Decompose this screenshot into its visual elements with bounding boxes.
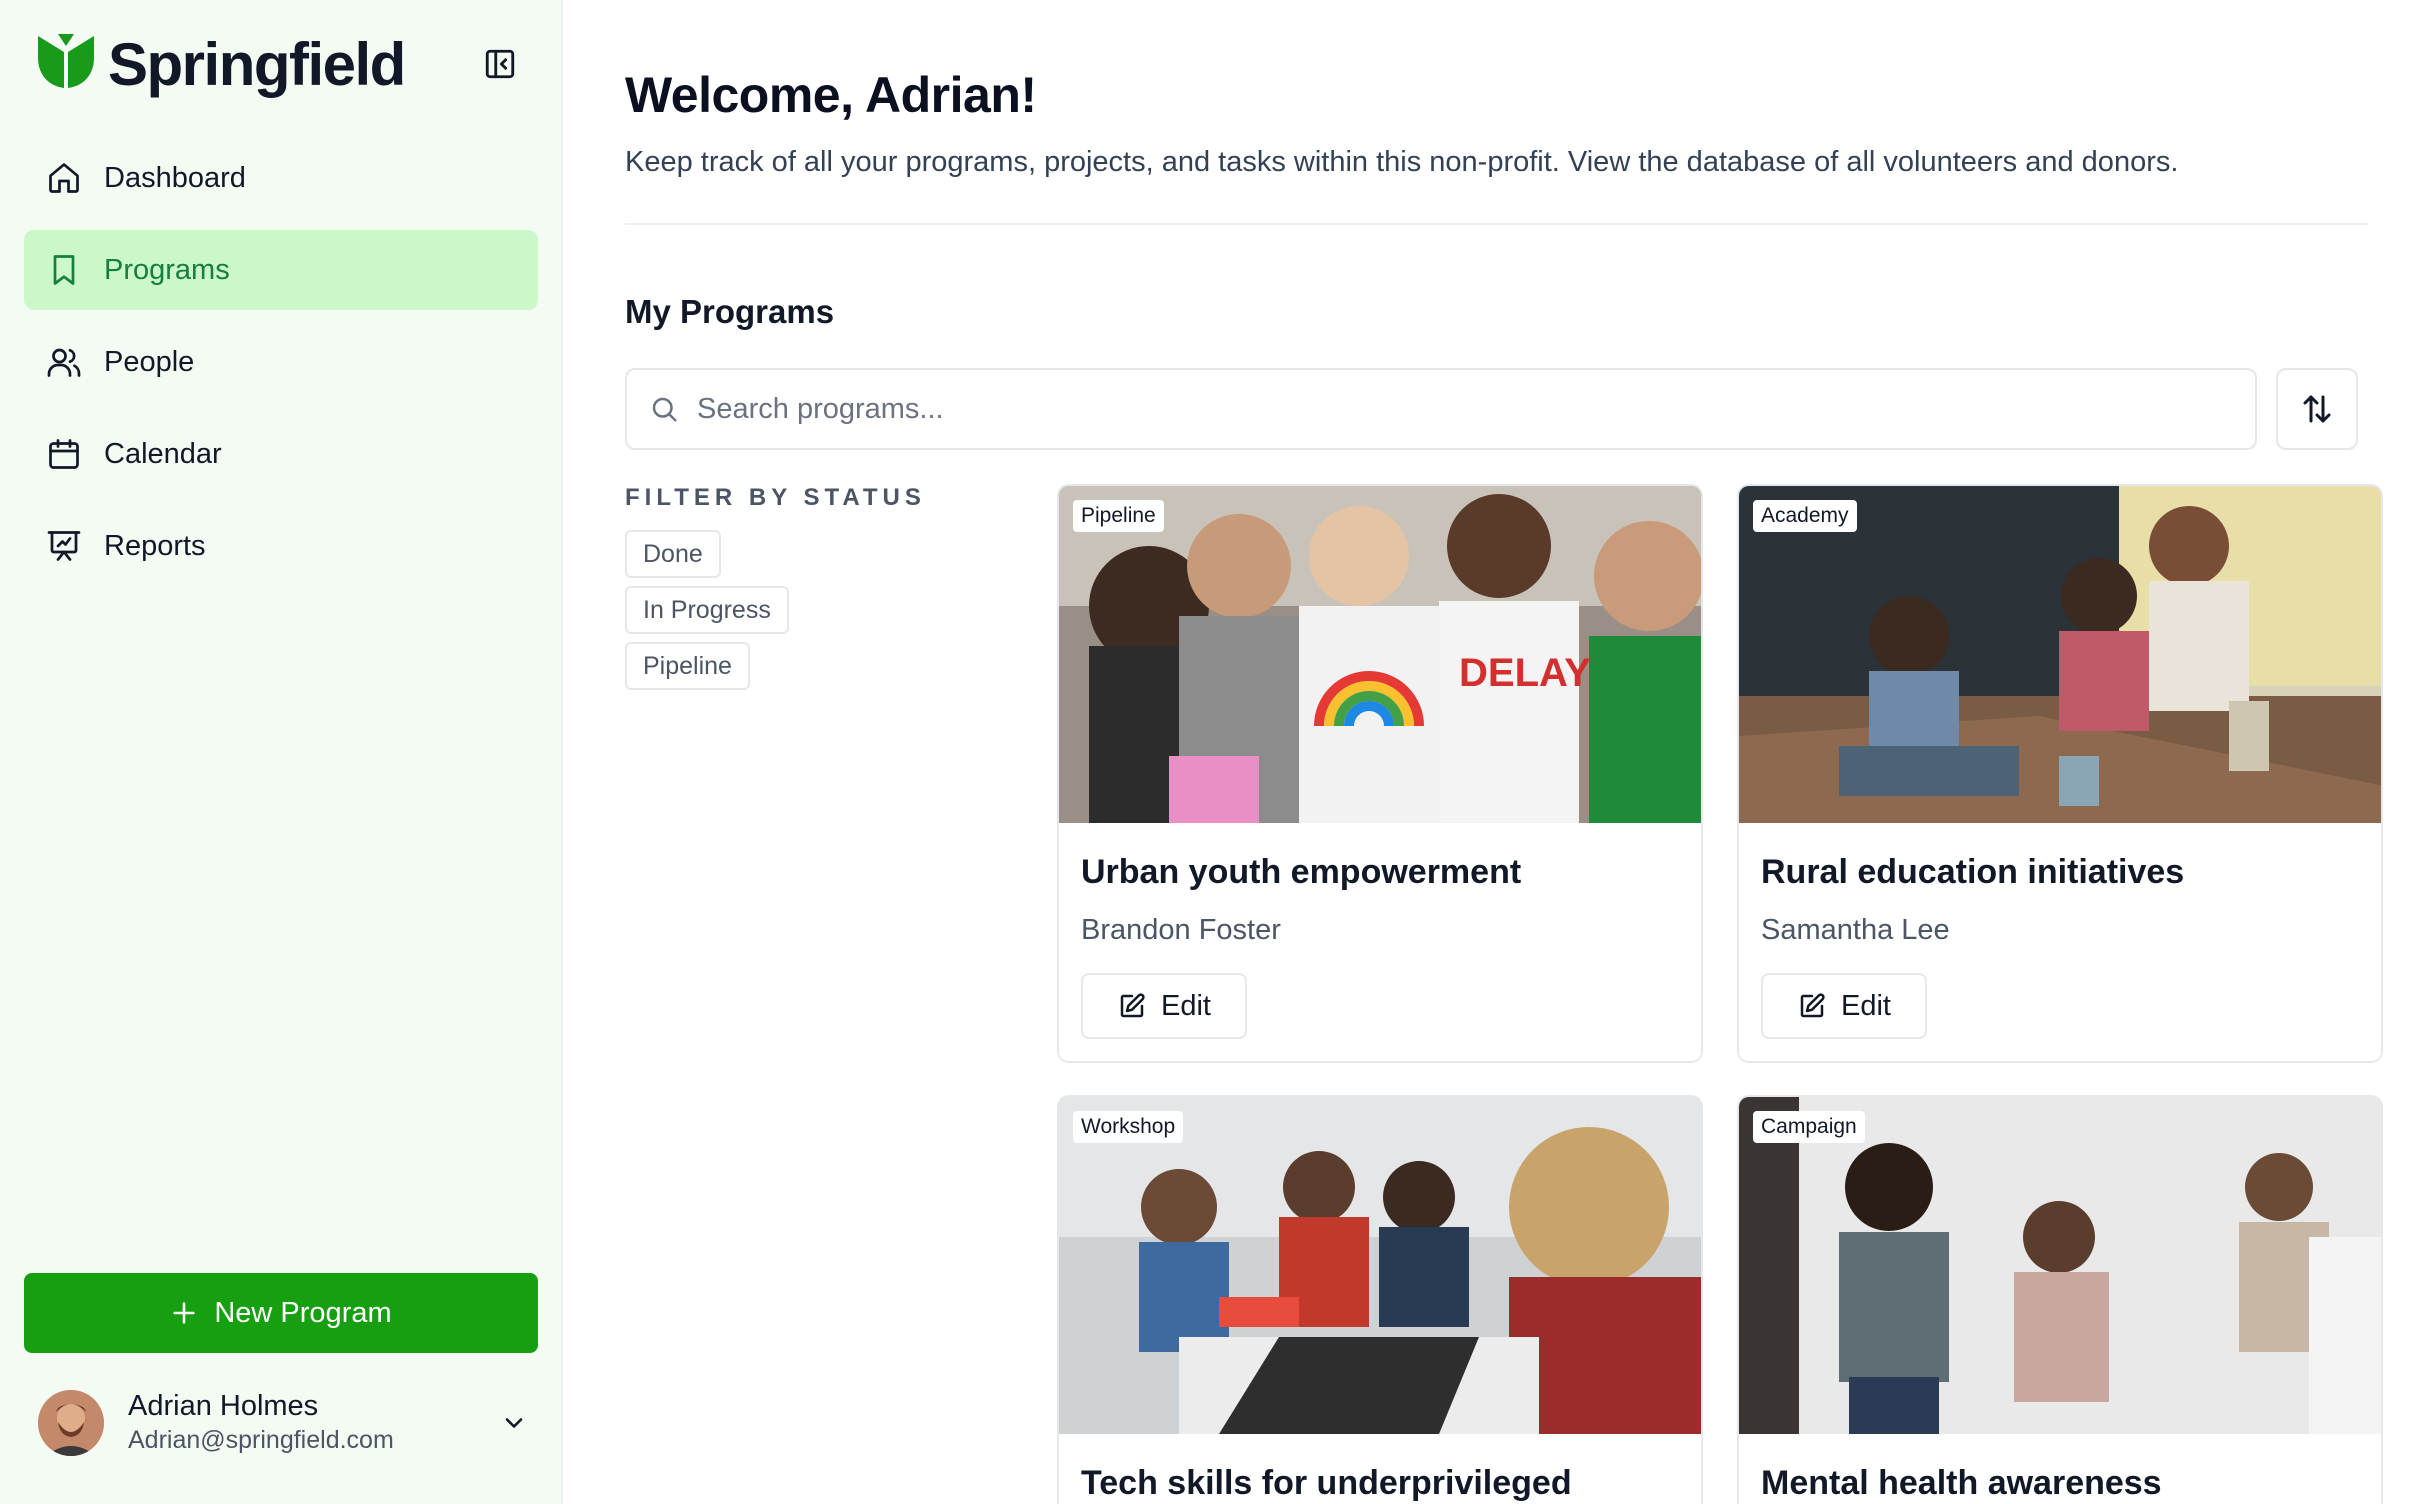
program-image: DELAY Pipeline	[1059, 486, 1701, 823]
user-info: Adrian Holmes Adrian@springfield.com	[128, 1389, 476, 1456]
bookmark-icon	[53, 255, 75, 285]
status-tag: Campaign	[1753, 1111, 1865, 1143]
page-subtitle: Keep track of all your programs, project…	[625, 146, 2179, 178]
filter-chip-pipeline[interactable]: Pipeline	[625, 642, 750, 690]
edit-button[interactable]: Edit	[1761, 973, 1927, 1039]
leaf-logo-icon	[34, 30, 98, 99]
sidebar-item-label: Programs	[104, 253, 230, 286]
card-owner: Brandon Foster	[1081, 914, 1281, 946]
brand-name: Springfield	[108, 30, 406, 98]
program-card[interactable]: Campaign Mental health awareness	[1737, 1095, 2383, 1504]
card-title: Tech skills for underprivileged	[1081, 1464, 1572, 1502]
program-image: Workshop	[1059, 1097, 1701, 1434]
search-box[interactable]	[625, 368, 2257, 450]
status-tag: Workshop	[1073, 1111, 1184, 1143]
section-title: My Programs	[625, 293, 835, 330]
sidebar-item-calendar[interactable]: Calendar	[24, 414, 538, 494]
program-image: Academy	[1739, 486, 2381, 823]
program-card[interactable]: Academy Rural education initiatives Sama…	[1737, 484, 2383, 1063]
filter-chip-in-progress[interactable]: In Progress	[625, 586, 789, 634]
edit-button[interactable]: Edit	[1081, 973, 1247, 1039]
sidebar-item-people[interactable]: People	[24, 322, 538, 402]
card-title: Urban youth empowerment	[1081, 853, 1522, 891]
plus-icon	[173, 1302, 195, 1324]
sidebar-item-reports[interactable]: Reports	[24, 506, 538, 586]
page-title: Welcome, Adrian!	[625, 67, 1037, 123]
divider	[625, 223, 2368, 225]
new-program-button[interactable]: New Program	[24, 1273, 538, 1353]
card-title: Rural education initiatives	[1761, 853, 2185, 891]
avatar	[38, 1390, 104, 1456]
home-icon	[49, 163, 79, 193]
status-tag: Pipeline	[1073, 500, 1164, 532]
search-input[interactable]	[697, 392, 2197, 426]
user-name: Adrian Holmes	[128, 1390, 319, 1423]
program-card[interactable]: DELAY Pipeline Urban youth empowerment B…	[1057, 484, 1703, 1063]
edit-icon	[1120, 993, 1145, 1018]
sidebar: Springfield Dashboard Programs People Ca…	[0, 0, 563, 1504]
sidebar-item-label: People	[104, 345, 195, 378]
filter-label: FILTER BY STATUS	[625, 484, 926, 511]
sidebar-item-label: Dashboard	[104, 161, 246, 194]
card-title: Mental health awareness	[1761, 1464, 2162, 1502]
sort-button[interactable]	[2276, 368, 2358, 450]
program-card[interactable]: Workshop Tech skills for underprivileged	[1057, 1095, 1703, 1504]
chevron-down-icon[interactable]	[500, 1409, 528, 1437]
sidebar-item-label: Reports	[104, 529, 206, 562]
status-tag: Academy	[1753, 500, 1857, 532]
main-content: Welcome, Adrian! Keep track of all your …	[563, 0, 2432, 1504]
sort-arrows-icon	[2303, 395, 2331, 423]
app-root: Springfield Dashboard Programs People Ca…	[0, 0, 2432, 1504]
svg-text:DELAY: DELAY	[1459, 651, 1591, 695]
calendar-icon	[49, 439, 79, 469]
search-icon	[652, 397, 677, 422]
edit-icon	[1800, 993, 1825, 1018]
user-email: Adrian@springfield.com	[128, 1426, 394, 1455]
sidebar-item-dashboard[interactable]: Dashboard	[24, 138, 538, 218]
program-image: Campaign	[1739, 1097, 2381, 1434]
presentation-icon	[47, 531, 81, 561]
edit-label: Edit	[1841, 989, 1891, 1022]
collapse-sidebar-button[interactable]	[480, 44, 520, 84]
sidebar-nav: Dashboard Programs People Calendar Repor…	[24, 138, 538, 598]
sidebar-item-programs[interactable]: Programs	[24, 230, 538, 310]
sidebar-collapse-icon	[485, 49, 515, 79]
user-menu[interactable]: Adrian Holmes Adrian@springfield.com	[38, 1388, 528, 1458]
sidebar-item-label: Calendar	[104, 437, 222, 470]
new-program-label: New Program	[214, 1296, 392, 1329]
brand[interactable]: Springfield	[34, 30, 406, 99]
filter-chip-done[interactable]: Done	[625, 530, 721, 578]
card-owner: Samantha Lee	[1761, 914, 1950, 946]
users-icon	[47, 348, 81, 377]
edit-label: Edit	[1161, 989, 1211, 1022]
